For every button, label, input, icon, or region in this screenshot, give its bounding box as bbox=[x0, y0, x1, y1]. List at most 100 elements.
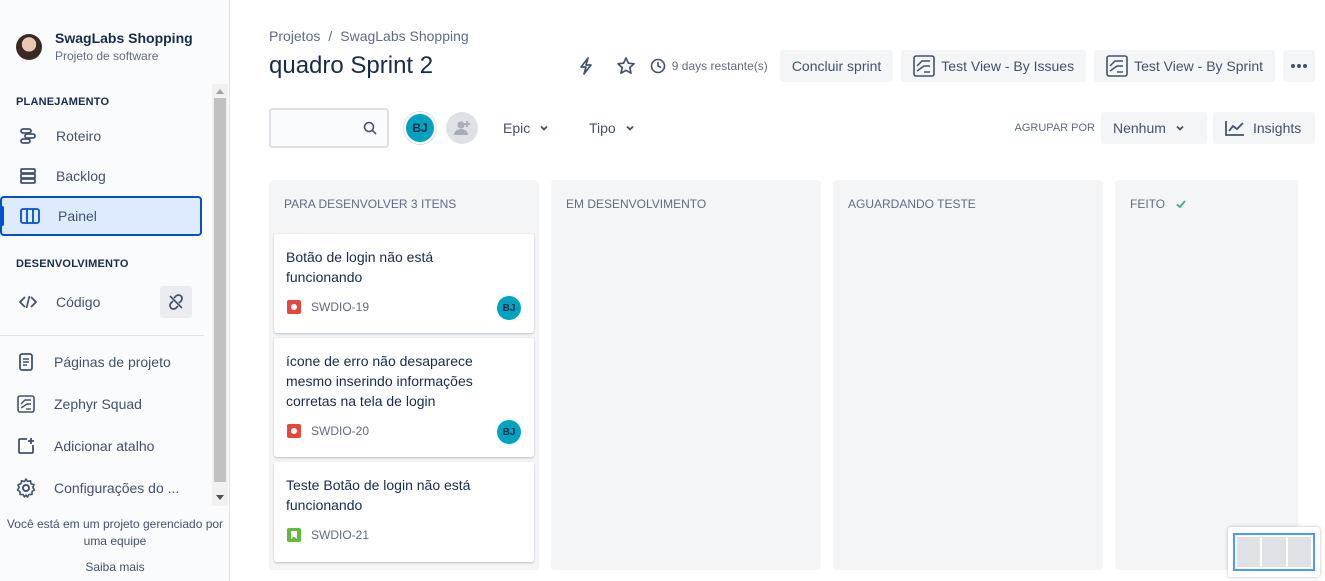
insights-label: Insights bbox=[1253, 120, 1302, 136]
minimap-column bbox=[1262, 537, 1286, 567]
assignee-avatar[interactable]: BJ bbox=[497, 296, 521, 320]
insights-button[interactable]: Insights bbox=[1213, 112, 1315, 144]
learn-more-link[interactable]: Saiba mais bbox=[0, 559, 230, 576]
issue-footer: SWDIO-19 bbox=[287, 300, 369, 314]
page-title: quadro Sprint 2 bbox=[269, 52, 434, 79]
issue-footer: SWDIO-20 bbox=[287, 424, 369, 438]
sidebar-item-label: Roteiro bbox=[56, 128, 102, 144]
add-people-button[interactable] bbox=[446, 112, 478, 144]
unlink-button[interactable] bbox=[160, 286, 192, 318]
sidebar-item-project-pages[interactable]: Páginas de projeto bbox=[0, 342, 202, 382]
breadcrumb-projects[interactable]: Projetos bbox=[269, 28, 320, 44]
column-title-text: AGUARDANDO TESTE bbox=[848, 197, 976, 211]
column-title: AGUARDANDO TESTE bbox=[848, 197, 976, 211]
project-type: Projeto de software bbox=[55, 49, 159, 63]
star-icon bbox=[616, 57, 635, 75]
type-filter-label: Tipo bbox=[589, 120, 616, 136]
sidebar-item-label: Painel bbox=[58, 208, 97, 224]
issue-summary: Botão de login não está funcionando bbox=[286, 249, 434, 285]
development-section-title: DESENVOLVIMENTO bbox=[16, 258, 129, 270]
breadcrumb: Projetos / SwagLabs Shopping bbox=[269, 28, 469, 44]
sidebar-item-add-shortcut[interactable]: Adicionar atalho bbox=[0, 426, 202, 466]
bug-icon bbox=[287, 300, 301, 314]
team-managed-note: Você está em um projeto gerenciado por u… bbox=[6, 517, 224, 548]
breadcrumb-separator: / bbox=[328, 28, 333, 44]
sidebar-item-label: Zephyr Squad bbox=[54, 396, 142, 412]
sidebar-item-roadmap[interactable]: Roteiro bbox=[0, 116, 202, 156]
lightning-icon bbox=[579, 57, 592, 75]
unlink-icon bbox=[169, 294, 183, 310]
board-minimap[interactable] bbox=[1228, 527, 1320, 577]
board-icon bbox=[20, 206, 40, 226]
zephyr-icon bbox=[913, 55, 936, 77]
column-title-text: FEITO bbox=[1130, 197, 1166, 211]
project-name: SwagLabs Shopping bbox=[55, 30, 193, 46]
issue-footer: SWDIO-21 bbox=[287, 528, 369, 542]
test-view-sprint-label: Test View - By Sprint bbox=[1134, 58, 1263, 74]
issue-summary: ícone de erro não desaparece mesmo inser… bbox=[286, 353, 473, 409]
bug-icon bbox=[287, 424, 301, 438]
automation-button[interactable] bbox=[570, 50, 602, 82]
sidebar: SwagLabs Shopping Projeto de software PL… bbox=[0, 0, 230, 581]
issue-key[interactable]: SWDIO-20 bbox=[311, 424, 369, 438]
board-edge bbox=[1298, 180, 1325, 581]
scroll-thumb[interactable] bbox=[214, 98, 226, 482]
issue-card[interactable]: Botão de login não está funcionando SWDI… bbox=[274, 234, 534, 333]
assignee-avatar[interactable]: BJ bbox=[497, 420, 521, 444]
group-by-label: AGRUPAR POR bbox=[1014, 122, 1095, 134]
clock-icon bbox=[650, 58, 666, 74]
insights-icon bbox=[1225, 121, 1244, 136]
issue-summary: Teste Botão de login não está funcionand… bbox=[286, 477, 471, 513]
search-icon bbox=[363, 121, 377, 138]
test-view-issues-label: Test View - By Issues bbox=[941, 58, 1075, 74]
check-icon bbox=[1176, 200, 1186, 209]
issue-key[interactable]: SWDIO-21 bbox=[311, 528, 369, 542]
test-view-sprint-button[interactable]: Test View - By Sprint bbox=[1094, 50, 1275, 82]
sidebar-item-label: Backlog bbox=[56, 168, 106, 184]
page-icon bbox=[16, 352, 36, 372]
sidebar-item-backlog[interactable]: Backlog bbox=[0, 156, 202, 196]
more-icon bbox=[1291, 64, 1307, 68]
project-avatar bbox=[16, 33, 42, 60]
sidebar-item-label: Código bbox=[56, 294, 101, 310]
remaining-text: 9 days restante(s) bbox=[671, 59, 768, 73]
sidebar-item-settings[interactable]: Configurações do ... bbox=[0, 468, 202, 508]
code-icon bbox=[18, 292, 38, 312]
column-done: FEITO bbox=[1115, 180, 1315, 570]
story-icon bbox=[287, 528, 301, 542]
chevron-down-icon bbox=[626, 125, 634, 131]
scroll-up-arrow[interactable] bbox=[216, 89, 224, 94]
column-title: EM DESENVOLVIMENTO bbox=[566, 197, 706, 211]
epic-filter-label: Epic bbox=[503, 120, 531, 136]
epic-filter[interactable]: Epic bbox=[495, 112, 558, 144]
sidebar-item-board[interactable]: Painel bbox=[0, 196, 202, 236]
header-actions: 9 days restante(s) Concluir sprint Test … bbox=[570, 50, 1315, 82]
type-filter[interactable]: Tipo bbox=[581, 112, 644, 144]
minimap-column bbox=[1287, 537, 1311, 567]
issue-card[interactable]: ícone de erro não desaparece mesmo inser… bbox=[274, 338, 534, 457]
star-button[interactable] bbox=[610, 50, 642, 82]
chevron-down-icon bbox=[540, 125, 548, 131]
complete-sprint-button[interactable]: Concluir sprint bbox=[779, 50, 894, 82]
group-by-select[interactable]: Nenhum bbox=[1101, 112, 1207, 144]
sidebar-scrollbar[interactable] bbox=[212, 84, 228, 506]
column-title-text: PARA DESENVOLVER 3 ITENS bbox=[284, 197, 457, 211]
column-title: PARA DESENVOLVER 3 ITENS bbox=[284, 197, 456, 211]
breadcrumb-project[interactable]: SwagLabs Shopping bbox=[340, 28, 468, 44]
avatar-filter[interactable]: BJ bbox=[404, 112, 436, 144]
sidebar-item-label: Adicionar atalho bbox=[54, 438, 155, 454]
gear-icon bbox=[16, 478, 36, 498]
issue-key[interactable]: SWDIO-19 bbox=[311, 300, 369, 314]
project-header[interactable]: SwagLabs Shopping Projeto de software bbox=[16, 30, 193, 63]
scroll-down-arrow[interactable] bbox=[216, 495, 224, 500]
test-view-issues-button[interactable]: Test View - By Issues bbox=[901, 50, 1087, 82]
sidebar-item-zephyr[interactable]: Zephyr Squad bbox=[0, 384, 202, 424]
issue-card[interactable]: Teste Botão de login não está funcionand… bbox=[274, 462, 534, 562]
zephyr-icon bbox=[1106, 55, 1128, 77]
complete-sprint-label: Concluir sprint bbox=[791, 58, 882, 74]
more-actions-button[interactable] bbox=[1283, 50, 1315, 82]
backlog-icon bbox=[18, 166, 38, 186]
minimap-viewport[interactable] bbox=[1233, 533, 1315, 571]
board-toolbar: BJ Epic Tipo AGRUPAR POR Nenhum Insights bbox=[269, 108, 1315, 148]
search-input[interactable] bbox=[269, 108, 389, 148]
